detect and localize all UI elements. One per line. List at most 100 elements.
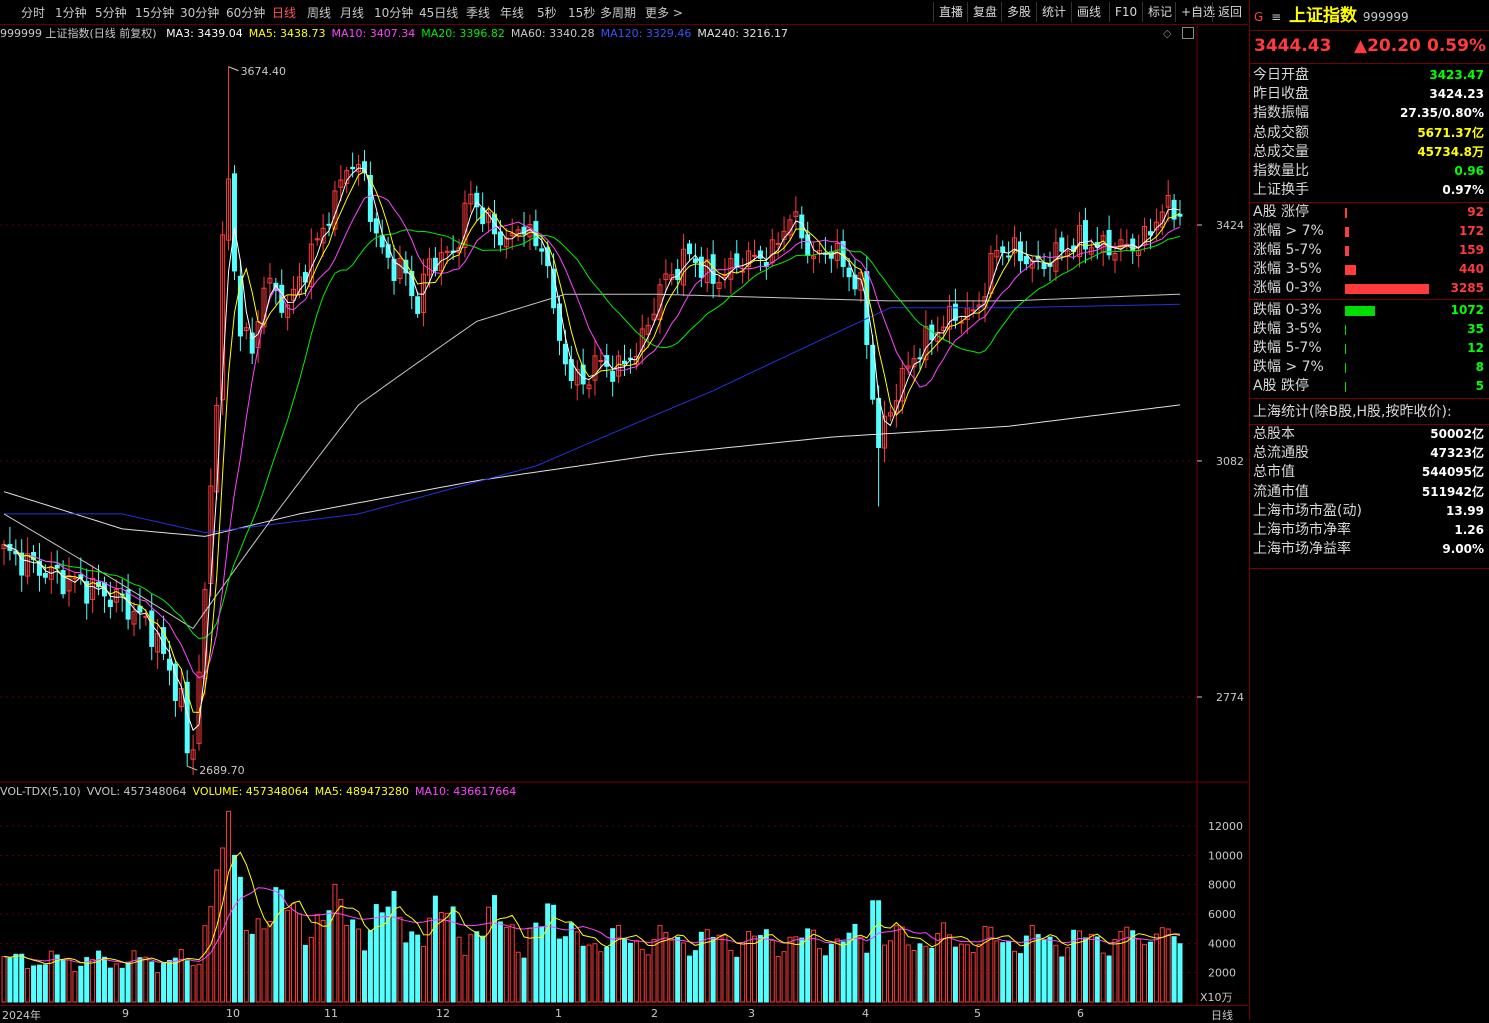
toolbar-button-2[interactable]: 多股 <box>1001 2 1036 22</box>
kline-chart[interactable]: 3424 3082 2774 12000 10000 8000 6000 4000 2000 X1… <box>0 24 1248 1005</box>
volume-bar <box>1088 933 1094 1003</box>
x-tick-label: 1 <box>555 1007 562 1020</box>
candle-body <box>539 248 545 252</box>
stat-row: 跌幅 > 7% 8 <box>1250 358 1488 377</box>
tab-8[interactable]: 月线 <box>340 4 364 21</box>
volume-bar <box>273 887 279 1003</box>
volume-bar <box>669 939 675 1003</box>
volume-bar <box>131 950 137 1003</box>
diamond-icon[interactable]: ◇ <box>1163 27 1171 40</box>
volume-bar <box>1023 935 1029 1003</box>
volume-bar <box>1029 924 1035 1003</box>
tab-12[interactable]: 年线 <box>500 4 524 21</box>
volume-bar <box>415 934 421 1003</box>
vol-tick-label: 2000 <box>1208 967 1236 980</box>
up-count-bar <box>1345 265 1356 275</box>
tab-0[interactable]: 分时 <box>21 4 45 21</box>
volume-bar <box>161 962 167 1003</box>
up-count-bar <box>1345 246 1349 256</box>
volume-bar <box>184 960 190 1003</box>
stat-value: 27.35/0.80% <box>1400 106 1484 121</box>
volume-bar <box>598 951 604 1003</box>
stat-row: 跌幅 5-7% 12 <box>1250 339 1488 358</box>
tab-16[interactable]: 更多 > <box>645 4 683 21</box>
stat-label: 涨幅 0-3% <box>1253 280 1322 296</box>
tab-4[interactable]: 30分钟 <box>180 4 219 21</box>
candle-body <box>568 359 574 382</box>
tab-9[interactable]: 10分钟 <box>374 4 413 21</box>
toolbar-button-4[interactable]: 画线 <box>1071 2 1106 22</box>
sh-stats-title: 上海统计(除B股,H股,按昨收价): <box>1250 403 1488 422</box>
vol-legend-item: MA5: 489473280 <box>314 785 410 798</box>
tab-13[interactable]: 5秒 <box>537 4 557 21</box>
volume-bar <box>1136 938 1142 1003</box>
tab-2[interactable]: 5分钟 <box>95 4 127 21</box>
menu-icon[interactable]: ≡ <box>1271 10 1281 24</box>
volume-bar <box>687 955 693 1003</box>
period-label: 日线 <box>1211 1009 1233 1022</box>
price-tick-label: 3082 <box>1216 455 1244 468</box>
last-price: 3444.43 <box>1254 36 1332 56</box>
stat-value: 159 <box>1458 243 1484 257</box>
volume-bar <box>503 926 509 1003</box>
volume-bar <box>36 964 42 1003</box>
toolbar-button-5[interactable]: F10 <box>1109 2 1142 22</box>
time-axis: 2024年 9 10 11 12 1 2 3 4 5 6 日线 <box>0 1005 1248 1022</box>
toolbar-button-1[interactable]: 复盘 <box>967 2 1002 22</box>
volume-bar <box>1017 953 1023 1003</box>
toolbar-button-8[interactable]: 返回 <box>1212 2 1247 22</box>
candle-body <box>1059 237 1065 252</box>
candle-body <box>373 218 379 234</box>
toolbar-button-0[interactable]: 直播 <box>933 2 968 22</box>
price-tick-label: 2774 <box>1216 691 1244 704</box>
volume-bar <box>166 959 172 1003</box>
stat-value: 172 <box>1458 224 1484 238</box>
vol-tick-label: 8000 <box>1208 879 1236 892</box>
toolbar-button-3[interactable]: 统计 <box>1036 2 1071 22</box>
volume-bar <box>622 938 628 1003</box>
volume-bar <box>231 854 237 1003</box>
vol-legend: VOL-TDX(5,10) VVOL: 457348064 VOLUME: 4573… <box>0 785 522 801</box>
period-toolbar: 分时 1分钟 5分钟 15分钟 30分钟 60分钟 日线 周线 月线 10分钟 45日线 季线 年线 5秒… <box>0 0 1248 25</box>
volume-bar <box>101 956 107 1003</box>
tab-5[interactable]: 60分钟 <box>226 4 265 21</box>
volume-bar <box>858 936 864 1003</box>
volume-bar <box>491 895 497 1003</box>
tab-11[interactable]: 季线 <box>466 4 490 21</box>
stat-label: 总股本 <box>1253 426 1295 442</box>
volume-bar <box>468 934 474 1003</box>
tab-3[interactable]: 15分钟 <box>135 4 174 21</box>
tab-1[interactable]: 1分钟 <box>55 4 87 21</box>
down-count-bar <box>1345 344 1346 354</box>
volume-bar <box>1006 940 1012 1003</box>
volume-bar <box>763 929 769 1003</box>
tab-7[interactable]: 周线 <box>307 4 331 21</box>
volume-bar <box>864 952 870 1003</box>
stat-row: 上海市场净益率 9.00% <box>1250 540 1488 559</box>
volume-bar <box>291 903 297 1003</box>
volume-bar <box>562 936 568 1003</box>
candle-body <box>698 256 704 278</box>
candle-body <box>562 343 568 365</box>
tab-15[interactable]: 多周期 <box>600 4 636 21</box>
volume-bar <box>397 916 403 1003</box>
ma-legend-item: MA5: 3438.73 <box>248 27 326 40</box>
g-badge[interactable]: G <box>1254 10 1263 24</box>
index-code: 999999 <box>1362 10 1409 24</box>
candle-body <box>72 577 78 580</box>
volume-bar <box>828 943 834 1003</box>
x-tick-label: 6 <box>1077 1007 1084 1020</box>
window-icon[interactable] <box>1182 27 1194 39</box>
volume-bar <box>1041 939 1047 1003</box>
toolbar-button-6[interactable]: 标记 <box>1142 2 1177 22</box>
volume-bar <box>533 922 539 1003</box>
tab-10[interactable]: 45日线 <box>419 4 458 21</box>
stat-value: 3285 <box>1450 281 1484 295</box>
x-tick-label: 9 <box>122 1007 129 1020</box>
tab-6[interactable]: 日线 <box>272 4 296 21</box>
tab-14[interactable]: 15秒 <box>568 4 595 21</box>
stat-row: 跌幅 0-3% 1072 <box>1250 301 1488 320</box>
candle-body <box>687 243 693 255</box>
volume-bar <box>1012 950 1018 1003</box>
volume-bar <box>338 899 344 1003</box>
